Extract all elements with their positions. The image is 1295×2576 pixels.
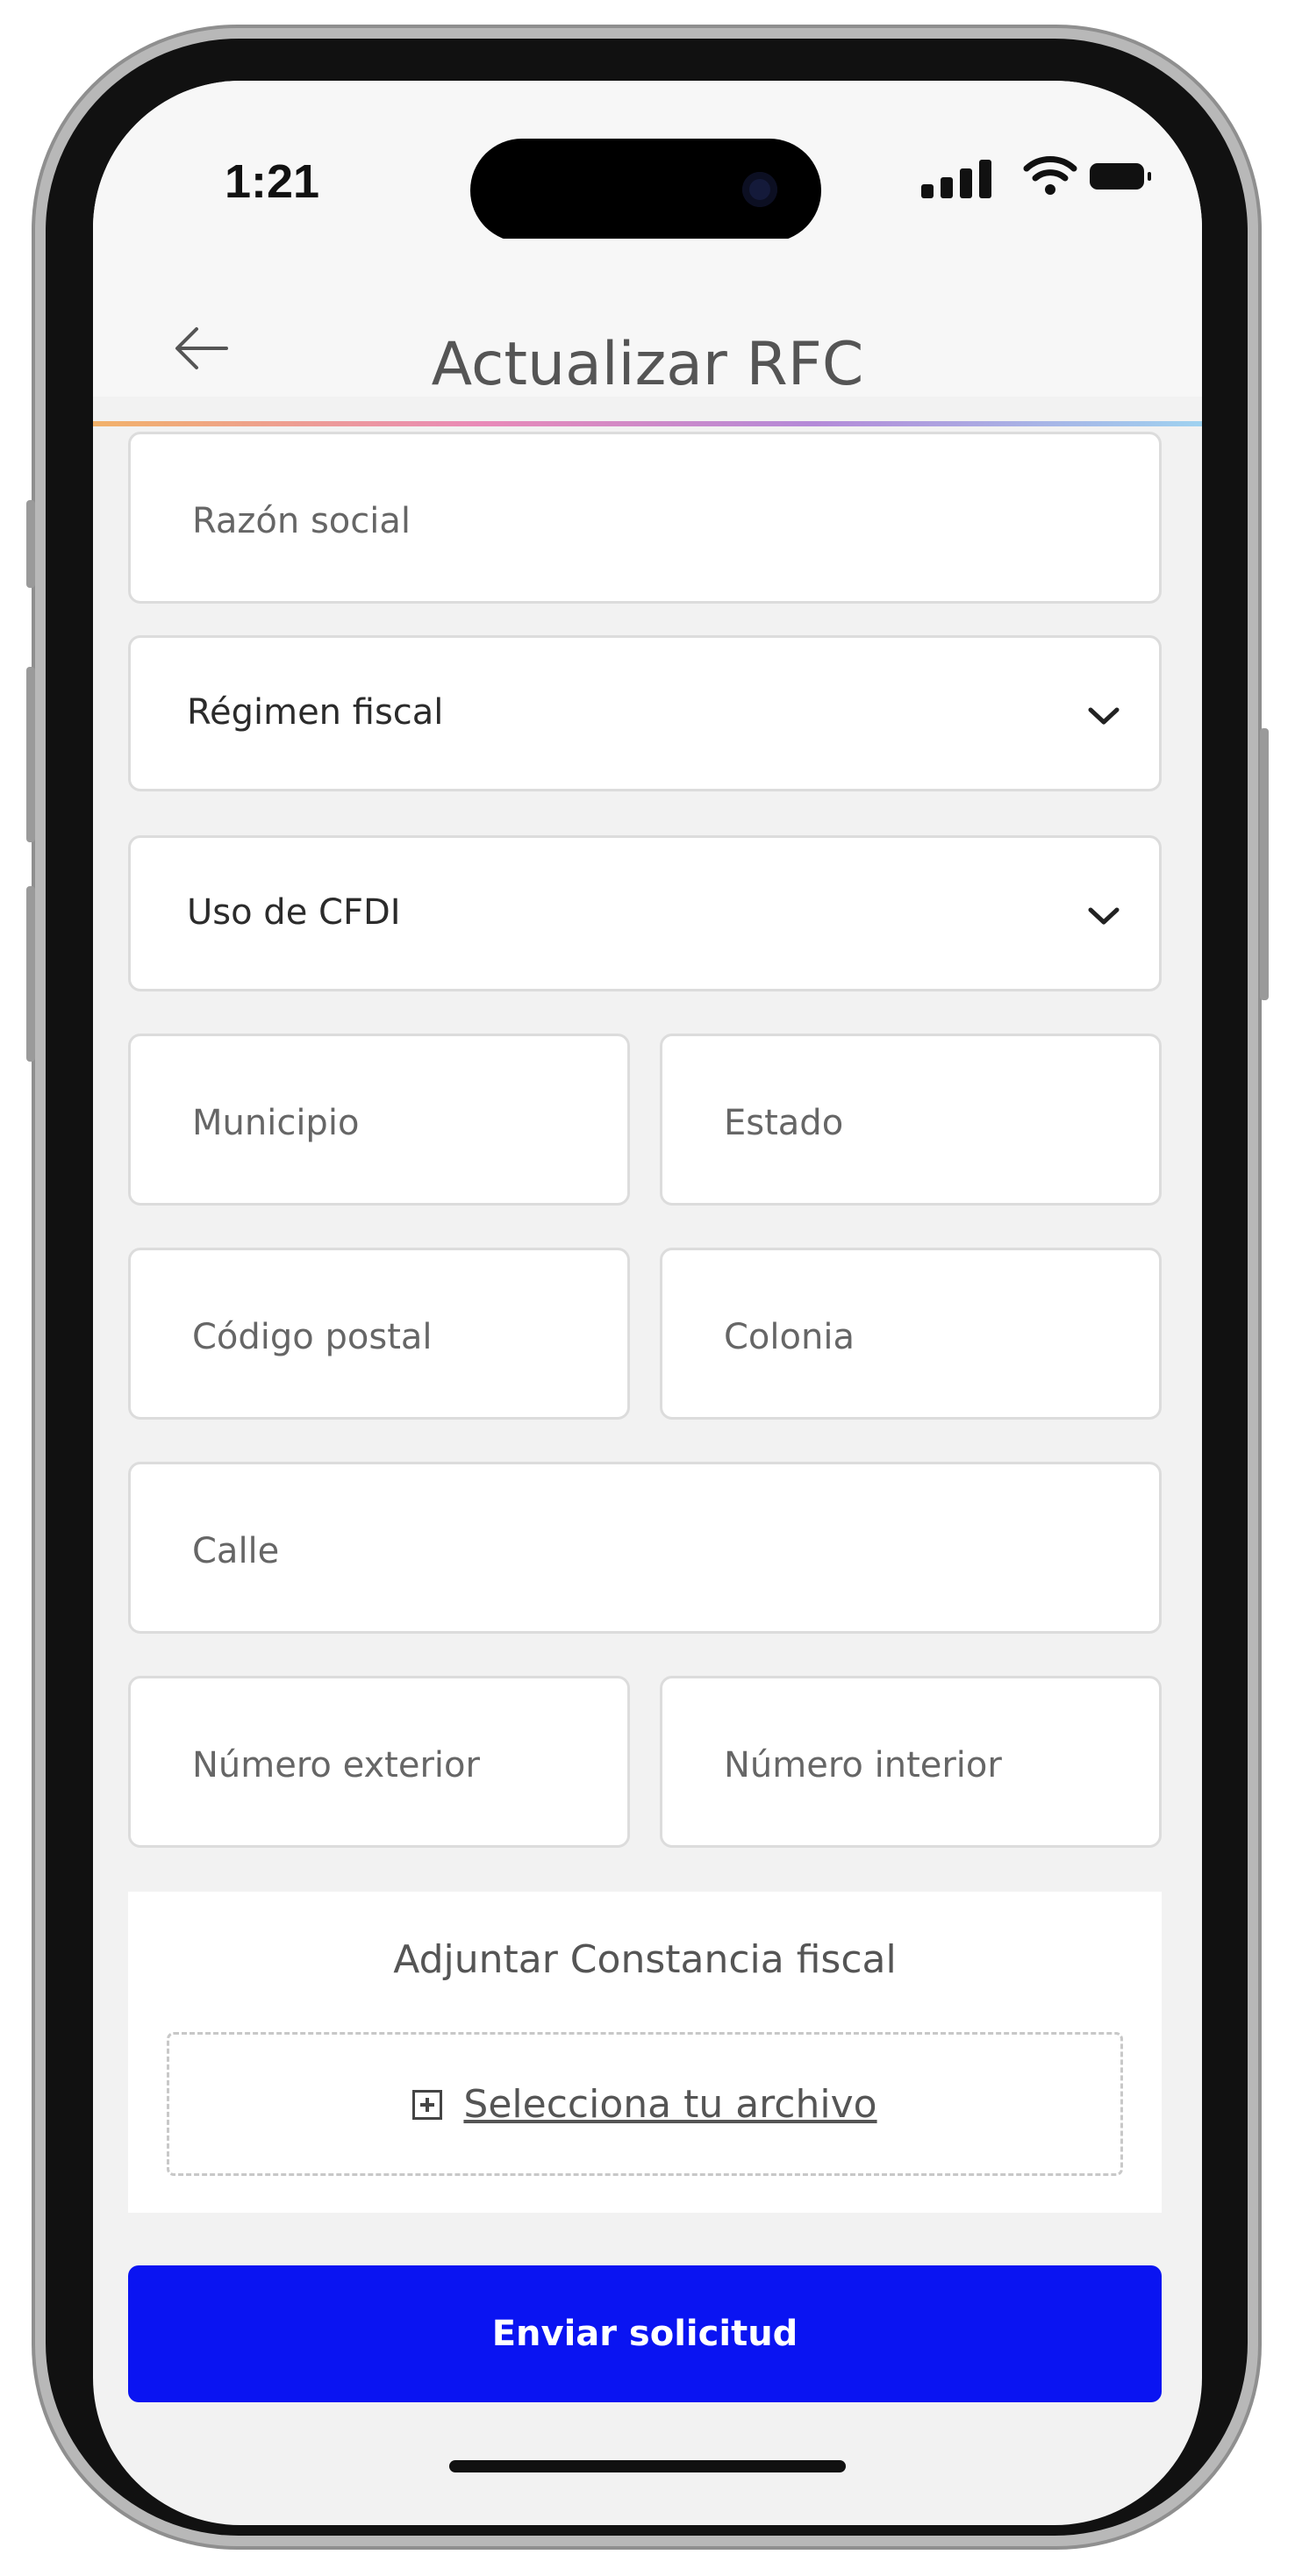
colonia-placeholder: Colonia [724, 1317, 855, 1357]
add-file-icon [412, 2089, 443, 2120]
municipio-field[interactable]: Municipio [128, 1034, 630, 1206]
estado-field[interactable]: Estado [660, 1034, 1162, 1206]
page-title: Actualizar RFC [431, 330, 864, 399]
chevron-down-icon [1088, 707, 1120, 725]
dynamic-island [470, 139, 821, 242]
status-bar: 1:21 [93, 81, 1202, 242]
select-file-link[interactable]: Selecciona tu archivo [463, 2082, 876, 2127]
uso-cfdi-label: Uso de CFDI [187, 892, 401, 933]
home-indicator[interactable] [449, 2460, 846, 2472]
regimen-fiscal-select[interactable]: Régimen fiscal [128, 635, 1162, 791]
chevron-down-icon [1088, 907, 1120, 925]
side-button-power [1260, 728, 1269, 1000]
attachment-title: Adjuntar Constancia fiscal [393, 1937, 897, 1982]
codigo-postal-placeholder: Código postal [192, 1317, 433, 1357]
numero-interior-placeholder: Número interior [724, 1745, 1002, 1785]
razon-social-field[interactable]: Razón social [128, 432, 1162, 604]
side-button-volume-up [26, 667, 35, 842]
wifi-icon [1023, 156, 1077, 195]
calle-field[interactable]: Calle [128, 1462, 1162, 1634]
attachment-card: Adjuntar Constancia fiscal Selecciona tu… [128, 1892, 1162, 2213]
uso-cfdi-select[interactable]: Uso de CFDI [128, 835, 1162, 991]
signal-icon [921, 160, 991, 198]
dropzone-content: Selecciona tu archivo [169, 2082, 1120, 2127]
side-button-silent [26, 500, 35, 588]
numero-exterior-placeholder: Número exterior [192, 1745, 480, 1785]
numero-exterior-field[interactable]: Número exterior [128, 1676, 630, 1848]
colonia-field[interactable]: Colonia [660, 1248, 1162, 1420]
side-button-volume-down [26, 886, 35, 1062]
razon-social-placeholder: Razón social [192, 501, 411, 541]
submit-button[interactable]: Enviar solicitud [128, 2265, 1162, 2402]
regimen-fiscal-label: Régimen fiscal [187, 692, 444, 733]
file-dropzone[interactable]: Selecciona tu archivo [167, 2032, 1123, 2176]
screen: 1:21 Actualizar RFC Razón social Régimen… [93, 81, 1202, 2525]
estado-placeholder: Estado [724, 1103, 844, 1143]
numero-interior-field[interactable]: Número interior [660, 1676, 1162, 1848]
codigo-postal-field[interactable]: Código postal [128, 1248, 630, 1420]
camera-icon [742, 172, 777, 207]
app-header: Actualizar RFC [93, 239, 1202, 399]
battery-icon [1090, 163, 1151, 190]
calle-placeholder: Calle [192, 1531, 280, 1571]
municipio-placeholder: Municipio [192, 1103, 360, 1143]
status-time: 1:21 [225, 155, 320, 208]
header-divider [93, 421, 1202, 426]
